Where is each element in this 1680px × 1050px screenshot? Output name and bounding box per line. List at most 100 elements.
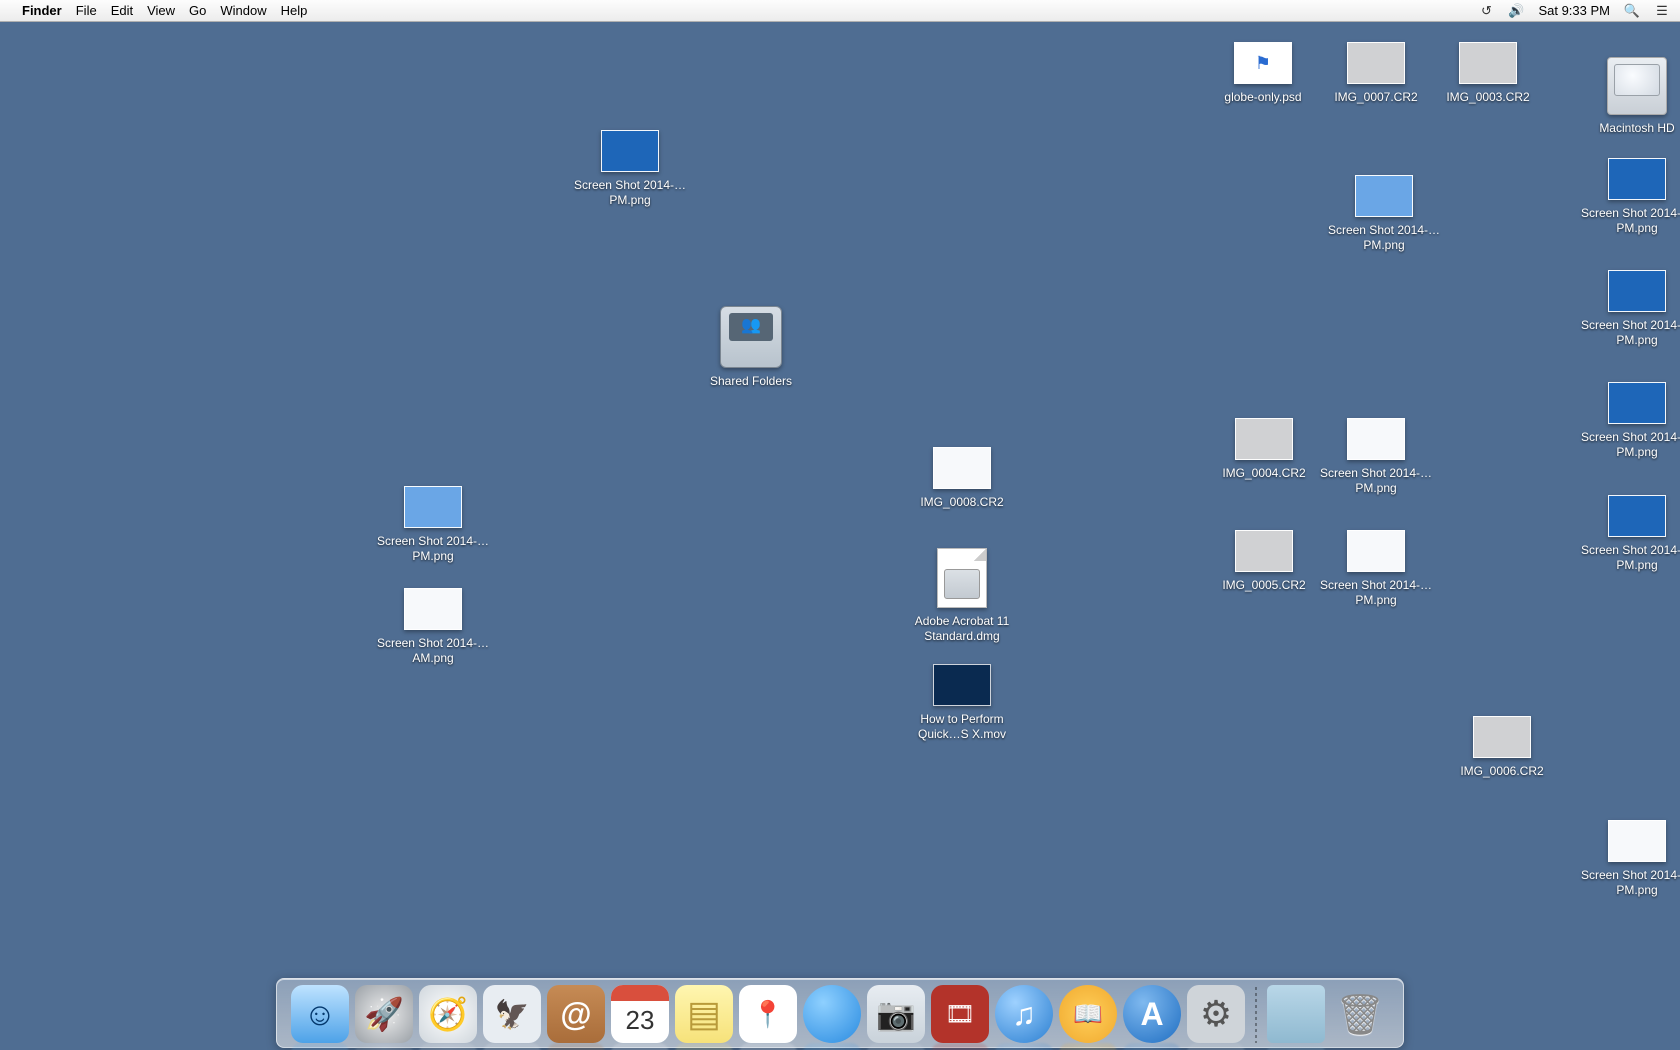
file-icon: [1347, 418, 1405, 460]
file-icon: [1608, 382, 1666, 424]
dock-item-facetime[interactable]: [867, 985, 925, 1043]
desktop-item-img0003[interactable]: IMG_0003.CR2: [1428, 42, 1548, 105]
spotlight-icon[interactable]: 🔍: [1624, 3, 1640, 19]
file-label: Screen Shot 2014-…AM.png: [373, 636, 493, 666]
file-label: Screen Shot 2014-…PM.png: [373, 534, 493, 564]
file-label: Screen Shot 2014-…PM.png: [1577, 430, 1680, 460]
desktop-item-ss-right5[interactable]: Screen Shot 2014-…PM.png: [1577, 820, 1680, 898]
file-icon: [1608, 495, 1666, 537]
timemachine-icon[interactable]: ↺: [1478, 3, 1494, 19]
desktop-item-img0008[interactable]: IMG_0008.CR2: [902, 447, 1022, 510]
file-label: IMG_0004.CR2: [1220, 466, 1307, 481]
file-icon: [1234, 42, 1292, 84]
desktop-item-img0006[interactable]: IMG_0006.CR2: [1442, 716, 1562, 779]
file-icon: [1608, 820, 1666, 862]
notification-center-icon[interactable]: ☰: [1654, 3, 1670, 19]
menu-view[interactable]: View: [147, 3, 175, 18]
file-label: Screen Shot 2014-…PM.png: [1324, 223, 1444, 253]
dock-item-mail[interactable]: [483, 985, 541, 1043]
desktop-item-ss-right3[interactable]: Screen Shot 2014-…PM.png: [1577, 382, 1680, 460]
file-label: Adobe Acrobat 11 Standard.dmg: [902, 614, 1022, 644]
file-icon: [404, 486, 462, 528]
dock-item-downloads[interactable]: [1267, 985, 1325, 1043]
file-label: Screen Shot 2014-…PM.png: [1316, 578, 1436, 608]
file-label: Screen Shot 2014-…PM.png: [1577, 318, 1680, 348]
file-label: globe-only.psd: [1222, 90, 1303, 105]
desktop-item-ss1[interactable]: Screen Shot 2014-…PM.png: [570, 130, 690, 208]
file-icon: [1459, 42, 1517, 84]
file-icon: [1235, 418, 1293, 460]
menu-go[interactable]: Go: [189, 3, 206, 18]
file-icon: [937, 548, 987, 608]
desktop-item-ss5[interactable]: Screen Shot 2014-…PM.png: [1316, 530, 1436, 608]
file-icon: [720, 306, 782, 368]
dock-item-sysprefs[interactable]: [1187, 985, 1245, 1043]
desktop-item-shared[interactable]: Shared Folders: [691, 306, 811, 389]
menubar: Finder File Edit View Go Window Help ↺ 🔊…: [0, 0, 1680, 22]
file-icon: [1607, 57, 1667, 115]
desktop-item-img0004[interactable]: IMG_0004.CR2: [1204, 418, 1324, 481]
file-icon: [933, 664, 991, 706]
file-icon: [601, 130, 659, 172]
dock-item-finder[interactable]: [291, 985, 349, 1043]
file-label: IMG_0007.CR2: [1332, 90, 1419, 105]
dock-item-notes[interactable]: [675, 985, 733, 1043]
desktop-item-ss6[interactable]: Screen Shot 2014-…AM.png: [373, 588, 493, 666]
dock-item-safari[interactable]: [419, 985, 477, 1043]
desktop-item-ss3[interactable]: Screen Shot 2014-…PM.png: [1316, 418, 1436, 496]
file-label: Screen Shot 2014-…PM.png: [1577, 543, 1680, 573]
file-label: IMG_0005.CR2: [1220, 578, 1307, 593]
file-icon: [1608, 158, 1666, 200]
menubar-clock[interactable]: Sat 9:33 PM: [1538, 3, 1610, 18]
dock: [276, 978, 1404, 1048]
file-label: Screen Shot 2014-…PM.png: [1316, 466, 1436, 496]
file-label: Macintosh HD: [1597, 121, 1676, 136]
dock-item-photobooth[interactable]: [931, 985, 989, 1043]
dock-item-itunes[interactable]: [995, 985, 1053, 1043]
file-label: Screen Shot 2014-…PM.png: [1577, 868, 1680, 898]
desktop-item-dmg[interactable]: Adobe Acrobat 11 Standard.dmg: [902, 548, 1022, 644]
app-name[interactable]: Finder: [22, 3, 62, 18]
dock-item-trash[interactable]: [1331, 985, 1389, 1043]
file-icon: [1608, 270, 1666, 312]
dock-item-ibooks[interactable]: [1059, 985, 1117, 1043]
file-label: Screen Shot 2014-…PM.png: [1577, 206, 1680, 236]
file-icon: [1347, 530, 1405, 572]
dock-item-calendar[interactable]: [611, 985, 669, 1043]
volume-icon[interactable]: 🔊: [1508, 3, 1524, 19]
dock-item-appstore[interactable]: [1123, 985, 1181, 1043]
desktop-item-mov[interactable]: How to Perform Quick…S X.mov: [902, 664, 1022, 742]
desktop-item-ss4[interactable]: Screen Shot 2014-…PM.png: [373, 486, 493, 564]
menu-edit[interactable]: Edit: [111, 3, 133, 18]
file-icon: [404, 588, 462, 630]
menu-help[interactable]: Help: [281, 3, 308, 18]
file-label: IMG_0008.CR2: [918, 495, 1005, 510]
desktop-item-ss-right4[interactable]: Screen Shot 2014-…PM.png: [1577, 495, 1680, 573]
desktop-item-hd[interactable]: Macintosh HD: [1577, 57, 1680, 136]
desktop-item-ss-right2[interactable]: Screen Shot 2014-…PM.png: [1577, 270, 1680, 348]
file-label: IMG_0003.CR2: [1444, 90, 1531, 105]
menu-window[interactable]: Window: [220, 3, 266, 18]
desktop[interactable]: Macintosh HD globe-only.psd IMG_0007.CR2 IM…: [0, 22, 1680, 1050]
file-icon: [933, 447, 991, 489]
dock-item-messages[interactable]: [803, 985, 861, 1043]
dock-item-contacts[interactable]: [547, 985, 605, 1043]
file-label: IMG_0006.CR2: [1458, 764, 1545, 779]
desktop-item-ss-right1[interactable]: Screen Shot 2014-…PM.png: [1577, 158, 1680, 236]
dock-container: [276, 978, 1404, 1050]
file-icon: [1473, 716, 1531, 758]
desktop-item-img0005[interactable]: IMG_0005.CR2: [1204, 530, 1324, 593]
file-label: Shared Folders: [708, 374, 794, 389]
file-label: How to Perform Quick…S X.mov: [902, 712, 1022, 742]
file-label: Screen Shot 2014-…PM.png: [570, 178, 690, 208]
file-icon: [1355, 175, 1413, 217]
desktop-item-ss2[interactable]: Screen Shot 2014-…PM.png: [1324, 175, 1444, 253]
dock-separator: [1255, 987, 1257, 1043]
desktop-item-globe-psd[interactable]: globe-only.psd: [1203, 42, 1323, 105]
dock-item-launchpad[interactable]: [355, 985, 413, 1043]
dock-item-maps[interactable]: [739, 985, 797, 1043]
file-icon: [1347, 42, 1405, 84]
menu-file[interactable]: File: [76, 3, 97, 18]
desktop-item-img0007[interactable]: IMG_0007.CR2: [1316, 42, 1436, 105]
file-icon: [1235, 530, 1293, 572]
